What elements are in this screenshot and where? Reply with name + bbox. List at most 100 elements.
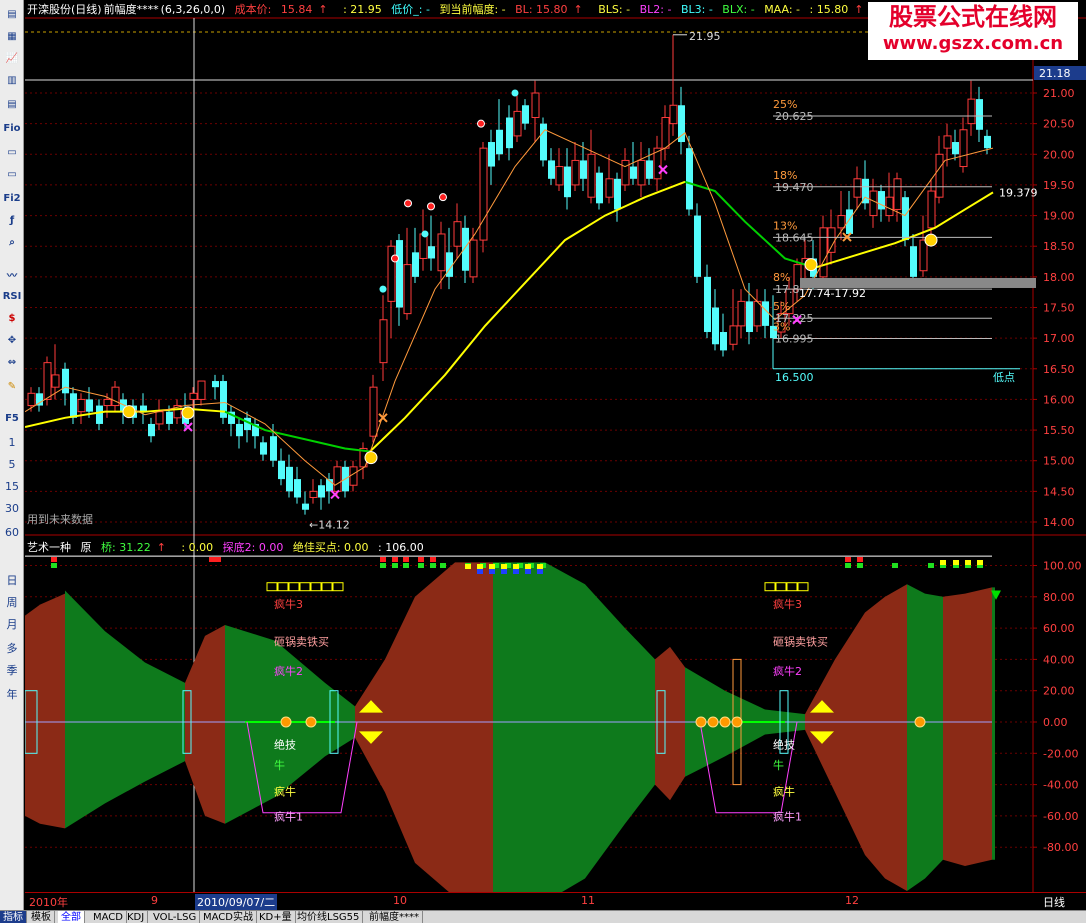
signal-square <box>477 569 483 574</box>
label-crazy2-left: 疯牛2 <box>274 664 303 678</box>
label-bull-right: 牛 <box>773 758 784 772</box>
tab-macd-practice[interactable]: MACD实战 <box>200 911 257 923</box>
candle-body-up <box>369 386 378 437</box>
period-multi[interactable]: 多 <box>2 638 22 658</box>
period-season[interactable]: 季 <box>2 660 22 680</box>
zoom-icon[interactable]: ⇔ <box>2 352 22 372</box>
price-label: 14.00 <box>1043 516 1075 529</box>
search-icon[interactable]: ⌕ <box>2 232 22 252</box>
band-segment <box>355 562 493 892</box>
red-dot-icon <box>404 199 412 208</box>
sub-axis-label: 60.00 <box>1043 622 1075 635</box>
pencil-icon[interactable]: ✎ <box>2 376 22 396</box>
candle-chart-icon[interactable]: ▥ <box>2 70 22 90</box>
period-year[interactable]: 年 <box>2 684 22 704</box>
wave-icon[interactable]: 〰 <box>2 264 22 284</box>
tab-kd-volume[interactable]: KD+量 <box>256 911 296 923</box>
price-label: 20.50 <box>1043 118 1075 131</box>
high-value: : 21.95 <box>343 3 382 16</box>
period-60min[interactable]: 60 <box>2 522 22 542</box>
candle-body-down <box>704 276 711 333</box>
candle-body-up <box>737 300 746 327</box>
fib-val-label: 16.995 <box>775 332 814 345</box>
sub-indicator-title: 艺术一种 原 桥: 31.22 ↑ : 0.00 探底2: 0.00 绝佳买点: … <box>27 539 430 555</box>
fib-range-label: 17.74-17.92 <box>799 287 866 300</box>
candle-body-up <box>893 178 902 210</box>
candle-body-up <box>571 159 580 186</box>
period-day[interactable]: 日 <box>2 570 22 590</box>
candle-body-up <box>51 374 60 388</box>
tab-indicator[interactable]: 指标 <box>0 911 27 923</box>
candle-body-down <box>522 105 529 124</box>
candle-body-up <box>637 159 646 186</box>
fn-button-f2[interactable]: Fi2 <box>2 188 22 208</box>
date-label-12: 12 <box>845 894 859 907</box>
dollar-icon[interactable]: $ <box>2 308 22 328</box>
signal-square <box>513 569 519 574</box>
tab-all[interactable]: 全部 <box>58 911 85 923</box>
grid-icon[interactable]: ▦ <box>2 26 22 46</box>
candle-body-down <box>952 142 959 155</box>
signal-square <box>430 557 436 562</box>
list-icon[interactable]: ▤ <box>2 4 22 24</box>
tab-avg-line[interactable]: 均价线LSG55 <box>294 911 364 923</box>
candle-body-down <box>878 191 885 210</box>
tab-kdj[interactable]: KDJ <box>124 911 149 923</box>
tab-macd[interactable]: MACD <box>90 911 127 923</box>
orange-ball-icon <box>719 716 731 728</box>
sub-name: 艺术一种 <box>27 541 71 554</box>
candle-body-down <box>488 142 495 167</box>
sub-axis-label: -80.00 <box>1043 841 1078 854</box>
tab-template[interactable]: 模板 <box>28 911 55 923</box>
period-5min[interactable]: 5 <box>2 454 22 474</box>
candle-body-up <box>927 190 936 229</box>
rsi-button[interactable]: RSI <box>2 286 22 306</box>
period-15min[interactable]: 15 <box>2 476 22 496</box>
bl2-label: BL2: - <box>639 3 672 16</box>
fn-button-f10[interactable]: Fio <box>2 118 22 138</box>
period-week[interactable]: 周 <box>2 592 22 612</box>
label-crazy1-right: 疯牛1 <box>773 810 802 824</box>
yellow-box <box>775 582 787 592</box>
formula-icon[interactable]: ƒ <box>2 210 22 230</box>
price-axis: 21.00 20.50 20.00 19.50 19.00 18.50 18.00 17.50… <box>1033 66 1086 854</box>
tab-front-amplitude[interactable]: 前幅度**** <box>366 911 423 923</box>
red-dot-icon <box>391 254 399 263</box>
document-icon[interactable]: ▭ <box>2 142 22 162</box>
period-30min[interactable]: 30 <box>2 498 22 518</box>
chart-canvas[interactable]: 疯牛3 砸锅卖铁买疯牛2 绝技牛疯牛疯牛1 疯牛3 砸锅卖铁买疯牛2 绝技牛疯牛疯牛1 2… <box>25 0 1086 892</box>
candle-body-down <box>746 301 753 333</box>
move-icon[interactable]: ✥ <box>2 330 22 350</box>
yellow-box <box>797 582 809 592</box>
signal-square <box>403 557 409 562</box>
candle-body-up <box>531 92 540 119</box>
period-1min[interactable]: 1 <box>2 432 22 452</box>
period-month[interactable]: 月 <box>2 614 22 634</box>
label-smash-right: 砸锅卖铁买 <box>773 635 828 648</box>
candle-body-up <box>387 245 396 302</box>
fn-button-f5[interactable]: F5 <box>2 408 22 428</box>
tab-vol-lsg[interactable]: VOL-LSG <box>150 911 201 923</box>
orange-ball-icon <box>707 716 719 728</box>
signal-square <box>489 564 495 569</box>
red-dot-icon <box>439 193 447 202</box>
signal-square <box>953 560 959 565</box>
yellow-box <box>299 582 311 592</box>
chart-area[interactable]: 疯牛3 砸锅卖铁买 疯牛2 绝技牛疯牛 疯牛1 疯牛3 砸锅卖铁买 疯牛2 绝技牛疯牛 疯牛1 2… <box>25 0 1086 923</box>
line-chart-icon[interactable]: 📈 <box>2 48 22 68</box>
info-icon[interactable]: ▤ <box>2 94 22 114</box>
label-crazy2-right: 疯牛2 <box>773 664 802 678</box>
document2-icon[interactable]: ▭ <box>2 164 22 184</box>
price-label: 16.00 <box>1043 393 1075 406</box>
orange-ball-icon <box>731 716 743 728</box>
overlays: 21.95←14.1219.379用到未来数据25%20.62518%19.47… <box>25 30 1038 532</box>
candle-body-up <box>27 392 36 407</box>
candle-body-up <box>729 325 738 345</box>
candle-body-up <box>333 466 342 492</box>
yellow-box <box>310 582 322 592</box>
cost-label: 成本价: 15.84 ↑ <box>234 3 328 16</box>
price-label: 15.00 <box>1043 455 1075 468</box>
signal-square <box>418 563 424 568</box>
best-buy-value: 绝佳买点: 0.00 <box>292 541 369 554</box>
value-106: : 106.00 <box>378 541 424 554</box>
